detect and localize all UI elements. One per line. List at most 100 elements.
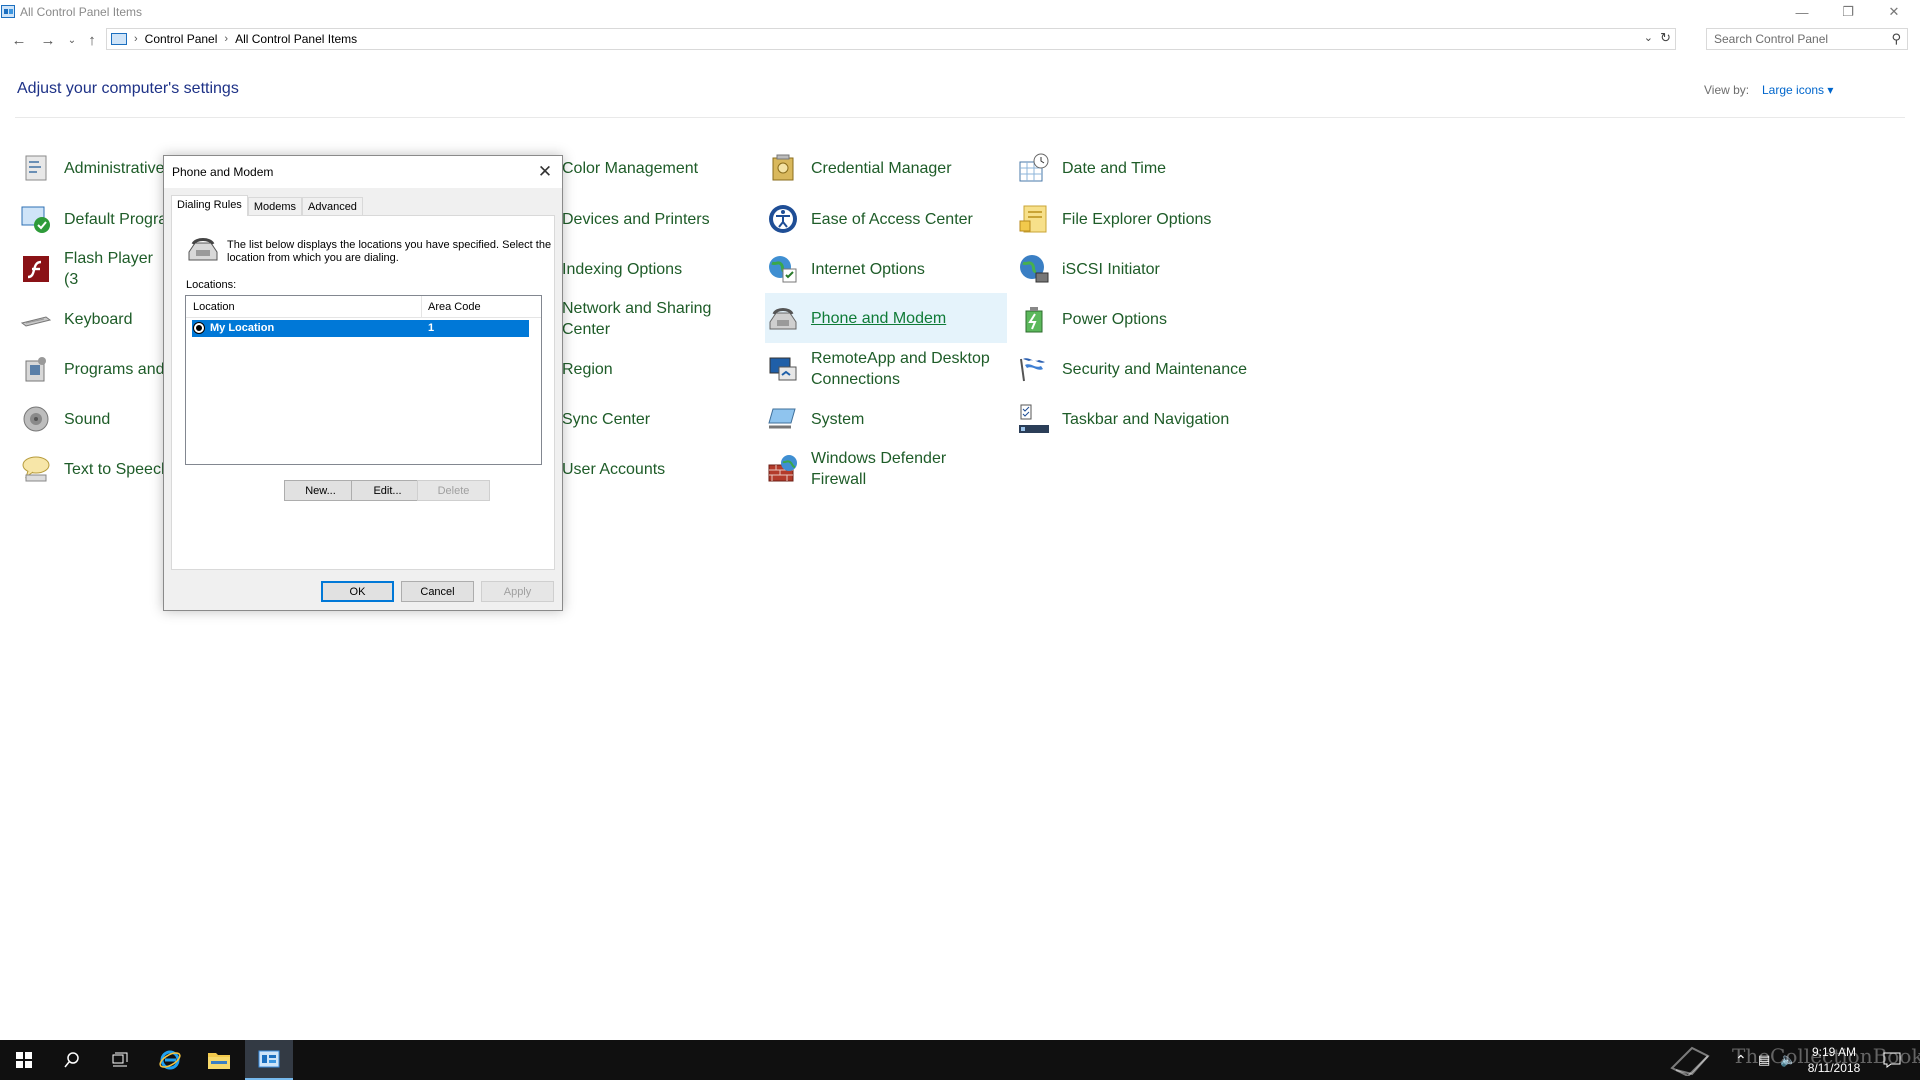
apply-button[interactable]: Apply [481, 581, 554, 602]
search-input[interactable]: Search Control Panel ⚲ [1706, 28, 1908, 50]
item-label: Phone and Modem [811, 309, 947, 327]
title-bar: All Control Panel Items — ❐ ✕ [0, 0, 1920, 24]
restore-button[interactable]: ❐ [1826, 0, 1870, 24]
location-area-code: 1 [428, 322, 435, 334]
delete-location-button[interactable]: Delete [417, 480, 490, 501]
edit-location-button[interactable]: Edit... [351, 480, 424, 501]
default-programs-icon [21, 206, 50, 233]
item-label: Windows Defender Firewall [811, 450, 947, 488]
back-arrow-icon[interactable]: ← [8, 29, 30, 51]
item-label: Color Management [562, 159, 699, 177]
credential-vault-icon [772, 154, 794, 181]
item-programs-and-features[interactable]: Programs and [20, 346, 170, 392]
item-credential-manager[interactable]: Credential Manager [767, 145, 1007, 191]
item-keyboard[interactable]: Keyboard [20, 296, 170, 342]
dialog-title-bar[interactable]: Phone and Modem ✕ [164, 156, 562, 188]
column-header-location[interactable]: Location [193, 301, 235, 313]
item-label: Programs and [64, 360, 165, 378]
item-security-and-maintenance[interactable]: Security and Maintenance [1018, 346, 1268, 392]
item-phone-and-modem[interactable]: Phone and Modem [765, 293, 1007, 343]
item-label: User Accounts [562, 460, 666, 478]
item-flash-player[interactable]: Flash Player (3 [20, 246, 170, 292]
view-by-dropdown[interactable]: Large icons ▾ [1762, 83, 1833, 97]
tab-advanced[interactable]: Advanced [302, 197, 363, 216]
firewall-icon [768, 455, 797, 482]
close-window-button[interactable]: ✕ [1872, 0, 1916, 24]
taskbar: ⌃ ▤ 🔈 9:19 AM 8/11/2018 [0, 1040, 1920, 1080]
item-label: Date and Time [1062, 159, 1167, 177]
item-label: File Explorer Options [1062, 210, 1212, 228]
item-ease-of-access-center[interactable]: Ease of Access Center [767, 196, 1007, 242]
dialing-rules-description: The list below displays the locations yo… [227, 239, 552, 264]
breadcrumb-all-items[interactable]: All Control Panel Items [235, 32, 357, 46]
task-view-icon[interactable] [96, 1040, 144, 1080]
item-taskbar-and-navigation[interactable]: Taskbar and Navigation [1018, 396, 1268, 442]
search-icon: ⚲ [1891, 31, 1901, 46]
folder-options-icon [1019, 205, 1047, 233]
telephone-icon [769, 308, 797, 330]
file-explorer-icon[interactable] [195, 1040, 243, 1080]
item-label: Keyboard [64, 310, 133, 328]
chevron-right-icon: › [134, 33, 138, 45]
globe-icon [769, 256, 797, 283]
control-panel-taskbar-button[interactable] [245, 1040, 293, 1080]
item-text-to-speech[interactable]: Text to Speech [20, 446, 170, 492]
windows-start-icon[interactable] [0, 1040, 48, 1080]
speech-bubble-icon [22, 456, 50, 482]
item-label: RemoteApp and Desktop Connections [811, 350, 990, 388]
forward-arrow-icon[interactable]: → [37, 29, 59, 51]
tab-modems[interactable]: Modems [247, 197, 302, 216]
item-label: Text to Speech [64, 460, 170, 478]
control-panel-icon [1, 5, 15, 18]
up-arrow-icon[interactable]: ↑ [81, 29, 103, 51]
navigation-bar: ← → ⌄ ↑ › Control Panel › All Control Pa… [0, 27, 1920, 53]
item-iscsi-initiator[interactable]: iSCSI Initiator [1018, 246, 1268, 292]
watermark-text: TheCollectionBook [1732, 1044, 1920, 1068]
list-item[interactable]: My Location 1 [192, 320, 529, 337]
remote-desktop-icon [769, 357, 797, 381]
item-date-and-time[interactable]: Date and Time [1018, 145, 1268, 191]
column-divider[interactable] [421, 296, 422, 318]
minimize-button[interactable]: — [1780, 0, 1824, 24]
flash-player-icon [23, 256, 49, 282]
item-remoteapp-and-desktop-connections[interactable]: RemoteApp and Desktop Connections [767, 346, 1007, 392]
telephone-icon [188, 238, 218, 261]
recent-locations-chevron-icon[interactable]: ⌄ [61, 29, 83, 51]
view-by-value: Large icons [1762, 83, 1825, 97]
location-radio[interactable] [193, 322, 205, 334]
iscsi-globe-icon [1020, 255, 1049, 283]
internet-explorer-icon[interactable] [146, 1040, 194, 1080]
item-windows-defender-firewall[interactable]: Windows Defender Firewall [767, 446, 1007, 492]
item-power-options[interactable]: Power Options [1018, 296, 1268, 342]
speaker-icon [23, 406, 49, 432]
address-bar[interactable]: › Control Panel › All Control Panel Item… [106, 28, 1676, 50]
item-default-programs[interactable]: Default Progra [20, 196, 170, 242]
locations-list[interactable]: Location Area Code My Location 1 [185, 295, 542, 465]
item-label: Internet Options [811, 260, 925, 278]
search-icon[interactable] [48, 1040, 96, 1080]
item-internet-options[interactable]: Internet Options [767, 246, 1007, 292]
item-file-explorer-options[interactable]: File Explorer Options [1018, 196, 1268, 242]
item-label: Power Options [1062, 310, 1167, 328]
cancel-button[interactable]: Cancel [401, 581, 474, 602]
item-administrative-tools[interactable]: Administrative [20, 145, 170, 191]
item-system[interactable]: System [767, 396, 1007, 442]
item-label: Network and Sharing Center [562, 300, 712, 338]
chevron-down-icon[interactable]: ⌄ [1644, 31, 1653, 44]
chevron-right-icon[interactable]: › [224, 33, 228, 45]
breadcrumb-control-panel[interactable]: Control Panel [145, 32, 218, 46]
tab-dialing-rules[interactable]: Dialing Rules [171, 195, 248, 216]
dialog-title: Phone and Modem [172, 165, 274, 179]
refresh-icon[interactable]: ↻ [1660, 30, 1671, 46]
divider [15, 117, 1905, 118]
new-location-button[interactable]: New... [284, 480, 357, 501]
column-header-area-code[interactable]: Area Code [428, 301, 481, 313]
ok-button[interactable]: OK [321, 581, 394, 602]
item-sound[interactable]: Sound [20, 396, 170, 442]
item-label: Region [562, 360, 613, 378]
watermark: TheCollectionBook [1670, 1044, 1920, 1076]
window-title: All Control Panel Items [20, 5, 143, 19]
close-icon[interactable]: ✕ [534, 161, 556, 183]
item-label: Default Progra [64, 210, 168, 228]
item-label: iSCSI Initiator [1062, 260, 1160, 278]
